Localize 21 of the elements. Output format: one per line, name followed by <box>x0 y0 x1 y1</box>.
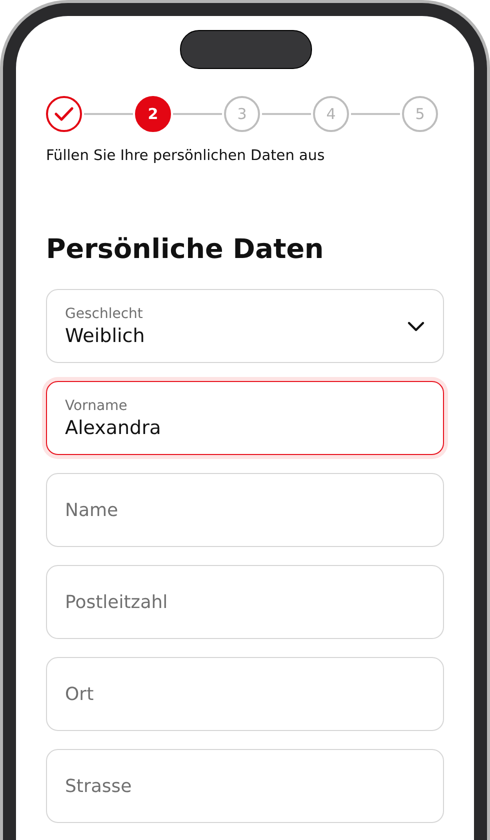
field-placeholder: Name <box>65 500 118 520</box>
field-placeholder: Ort <box>65 684 94 704</box>
step-indicator: 4 <box>313 96 349 132</box>
check-icon <box>54 106 74 122</box>
field-label: Vorname <box>65 398 128 414</box>
input-field[interactable]: Name <box>46 473 444 547</box>
field-placeholder: Strasse <box>65 776 132 796</box>
field-label: Geschlecht <box>65 306 143 322</box>
field-value: Weiblich <box>65 324 145 346</box>
input-field[interactable]: Postleitzahl <box>46 565 444 639</box>
step-indicator: 5 <box>402 96 438 132</box>
section-heading: Persönliche Daten <box>46 234 325 265</box>
gender-dropdown[interactable]: Geschlecht Weiblich <box>46 289 444 363</box>
input-field[interactable]: Ort <box>46 657 444 731</box>
step-indicator: 2 <box>135 96 171 132</box>
step-indicator: 3 <box>224 96 260 132</box>
chevron-down-icon <box>407 320 425 332</box>
input-field[interactable]: Strasse <box>46 749 444 823</box>
step-instruction: Füllen Sie Ihre persönlichen Daten aus <box>46 148 326 164</box>
field-value: Alexandra <box>65 416 162 438</box>
field-placeholder: Postleitzahl <box>65 592 168 612</box>
